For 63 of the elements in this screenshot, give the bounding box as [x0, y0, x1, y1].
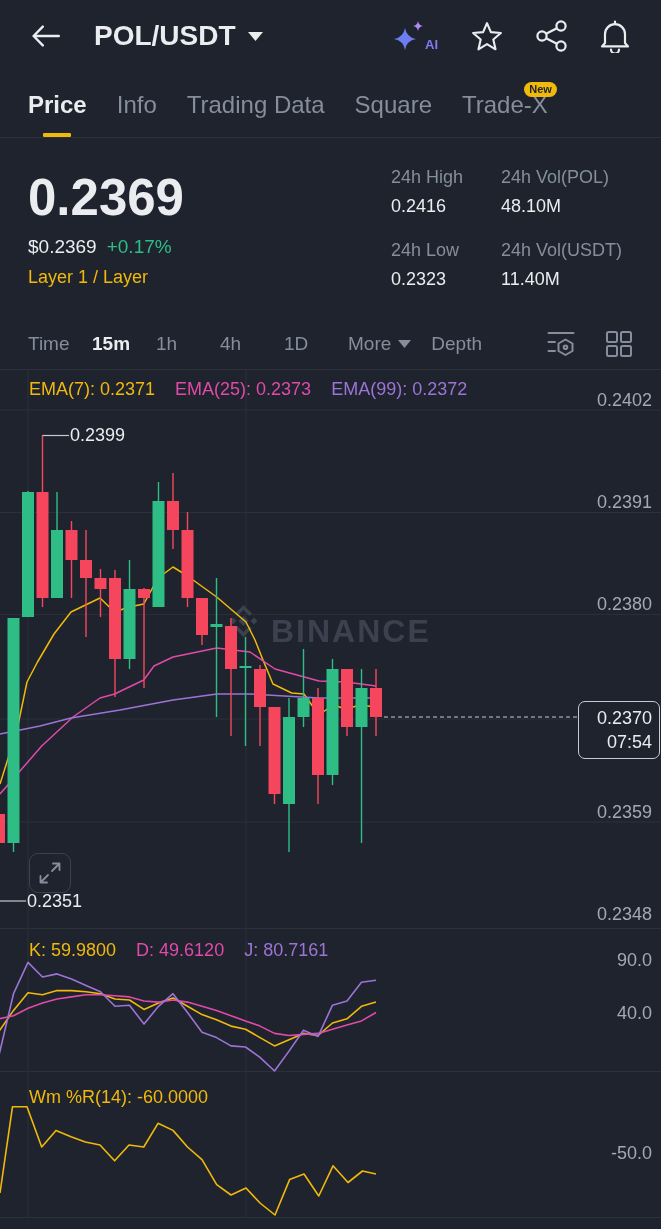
tab[interactable]: Info — [116, 72, 157, 137]
bell-icon[interactable] — [600, 19, 630, 53]
sparkle-icon — [394, 21, 424, 51]
price-axis-label: 0.2380 — [596, 593, 652, 616]
candle — [196, 598, 208, 645]
indicator-legend-label: EMA(25): 0.2373 — [175, 378, 312, 400]
axis-label: 90.0 — [616, 949, 652, 972]
price-axis-label: 0.2348 — [596, 903, 652, 926]
interval-tab[interactable]: Time — [28, 331, 72, 356]
candle — [370, 669, 382, 736]
pair-selector[interactable]: POL/USDT — [94, 20, 263, 52]
tab[interactable]: Price — [28, 72, 87, 137]
stat-label: 24h Low — [391, 239, 461, 262]
interval-tab[interactable]: 1h — [156, 331, 200, 356]
price-axis-label: 0.2359 — [596, 800, 652, 823]
indicator-legend-label: J: 80.7161 — [244, 939, 329, 961]
share-icon[interactable] — [536, 20, 567, 52]
category-link[interactable]: Layer 1 / Layer — [28, 264, 149, 290]
leader-line — [0, 900, 27, 902]
back-icon[interactable] — [32, 25, 60, 47]
stat-label: 24h High — [391, 166, 465, 189]
axis-label: 40.0 — [616, 1001, 652, 1024]
indicator-legend-label: EMA(7): 0.2371 — [29, 378, 156, 400]
stat-value: 0.2416 — [391, 195, 448, 218]
price-axis-label: 0.2402 — [596, 388, 652, 411]
price-axis-label: 0.2391 — [596, 491, 652, 513]
high-price-label: 0.2399 — [70, 424, 126, 446]
interval-tab[interactable]: 1D — [284, 331, 328, 356]
indicator-legend-label: D: 49.6120 — [136, 939, 225, 961]
expand-button[interactable] — [29, 853, 71, 893]
ai-assistant-button[interactable]: AI — [394, 21, 438, 51]
axis-label: -50.0 — [610, 1142, 652, 1164]
more-dropdown[interactable]: More — [348, 331, 412, 356]
price-change: +0.17% — [106, 235, 172, 259]
stat-label: 24h Vol(USDT) — [501, 239, 624, 262]
interval-tab[interactable]: Depth — [431, 331, 482, 356]
countdown-timer: 07:54 — [606, 731, 652, 754]
stat-label: 24h Vol(POL) — [501, 166, 611, 189]
candle — [341, 669, 353, 736]
stat-value: 11.40M — [501, 268, 561, 291]
candle — [0, 814, 5, 843]
stat-value: 0.2323 — [391, 268, 448, 291]
low-price-label: 0.2351 — [27, 890, 83, 912]
grid-icon[interactable] — [606, 330, 632, 357]
interval-tab[interactable]: 15m — [92, 331, 136, 356]
candle — [94, 569, 107, 617]
new-badge: New — [524, 82, 557, 97]
caret-icon — [247, 31, 263, 41]
interval-tab[interactable]: 4h — [220, 331, 264, 356]
tab[interactable]: Trading Data — [186, 72, 325, 137]
leader-line — [41, 434, 70, 437]
indicator-legend-label: Wm %R(14): -60.0000 — [29, 1086, 209, 1108]
usd-price: $0.2369 — [28, 235, 97, 259]
current-price-value: 0.2370 — [596, 707, 652, 730]
expand-icon — [39, 862, 61, 884]
indicator-legend-label: K: 59.9800 — [29, 939, 117, 961]
indicator-legend-label: EMA(99): 0.2372 — [331, 378, 468, 400]
last-price: 0.2369 — [28, 170, 184, 226]
caret-icon — [398, 339, 412, 348]
list-hexagon-icon[interactable] — [547, 330, 575, 357]
tab[interactable]: Square — [354, 72, 432, 137]
stat-value: 48.10M — [501, 195, 563, 218]
star-icon[interactable] — [471, 20, 503, 52]
